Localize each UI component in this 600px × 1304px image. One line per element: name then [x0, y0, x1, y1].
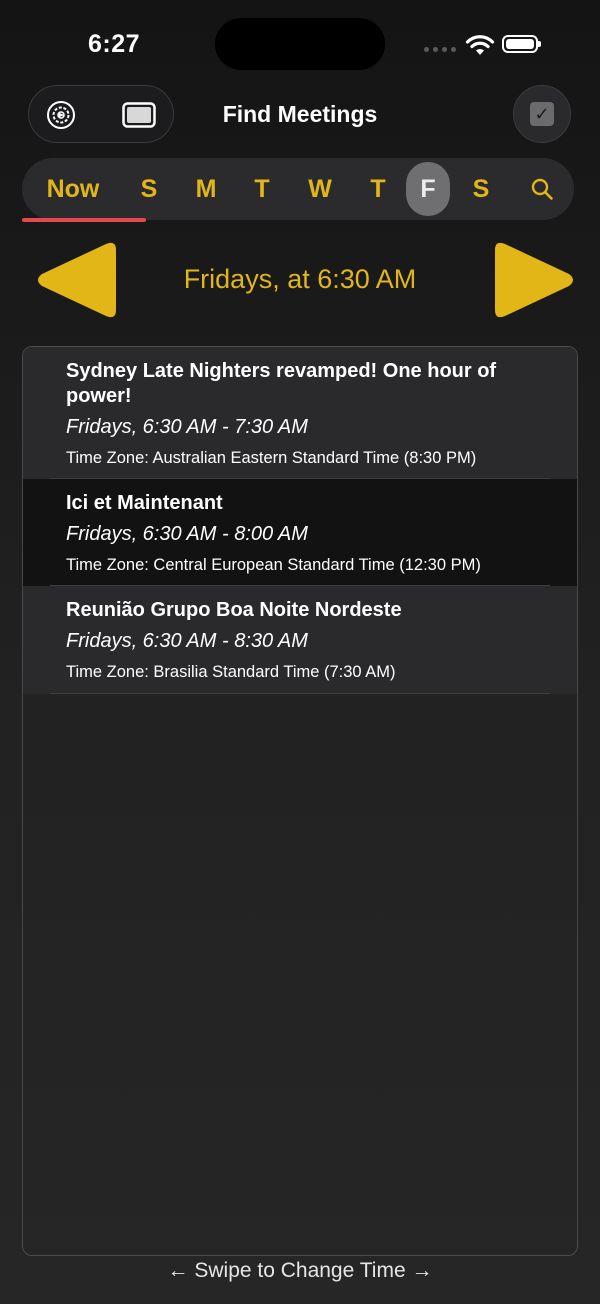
meeting-time: Fridays, 6:30 AM - 7:30 AM	[66, 416, 308, 438]
search-button[interactable]	[522, 158, 562, 220]
filter-checkbox-button[interactable]: ✓	[513, 85, 571, 143]
wifi-icon	[465, 35, 495, 55]
battery-icon	[502, 35, 541, 53]
meeting-row[interactable]: Ici et Maintenant Fridays, 6:30 AM - 8:0…	[23, 479, 577, 586]
day-tuesday[interactable]: T	[242, 158, 282, 220]
meeting-timezone: Time Zone: Australian Eastern Standard T…	[66, 449, 477, 467]
row-divider	[50, 693, 550, 694]
meeting-name: Sydney Late Nighters revamped! One hour …	[66, 360, 497, 407]
now-tab-underline	[22, 218, 146, 222]
meeting-row[interactable]: Reunião Grupo Boa Noite Nordeste Fridays…	[23, 586, 577, 694]
meeting-list[interactable]: Sydney Late Nighters revamped! One hour …	[22, 346, 578, 1256]
page-title: Find Meetings	[222, 101, 378, 127]
day-selector: Now S M T W T F S	[22, 158, 574, 220]
day-monday[interactable]: M	[186, 158, 226, 220]
meeting-timezone: Time Zone: Central European Standard Tim…	[66, 556, 481, 574]
settings-gear-icon	[47, 101, 75, 129]
day-now[interactable]: Now	[38, 158, 108, 220]
settings-button[interactable]	[29, 86, 93, 144]
day-thursday[interactable]: T	[358, 158, 398, 220]
next-time-arrow-icon[interactable]	[493, 241, 575, 319]
meeting-time: Fridays, 6:30 AM - 8:00 AM	[66, 523, 308, 545]
day-sunday[interactable]: S	[129, 158, 169, 220]
checkbox-checked-icon: ✓	[530, 102, 554, 126]
window-button[interactable]	[107, 86, 171, 144]
current-time-label: Fridays, at 6:30 AM	[183, 264, 417, 294]
meeting-time: Fridays, 6:30 AM - 8:30 AM	[66, 630, 308, 652]
cellular-signal-icon	[424, 47, 456, 52]
day-saturday[interactable]: S	[461, 158, 501, 220]
day-wednesday[interactable]: W	[300, 158, 340, 220]
toolbar-left-group	[28, 85, 174, 143]
window-icon	[122, 102, 156, 128]
previous-time-arrow-icon[interactable]	[36, 241, 118, 319]
status-time: 6:27	[88, 30, 141, 58]
meeting-timezone: Time Zone: Brasilia Standard Time (7:30 …	[66, 663, 396, 681]
meeting-name: Ici et Maintenant	[66, 492, 223, 514]
search-icon	[531, 178, 553, 200]
day-friday-selected[interactable]: F	[406, 162, 450, 216]
swipe-hint: ← Swipe to Change Time →	[167, 1259, 433, 1282]
dynamic-island	[215, 18, 385, 70]
meeting-row[interactable]: Sydney Late Nighters revamped! One hour …	[23, 347, 577, 479]
meeting-name: Reunião Grupo Boa Noite Nordeste	[66, 599, 402, 621]
